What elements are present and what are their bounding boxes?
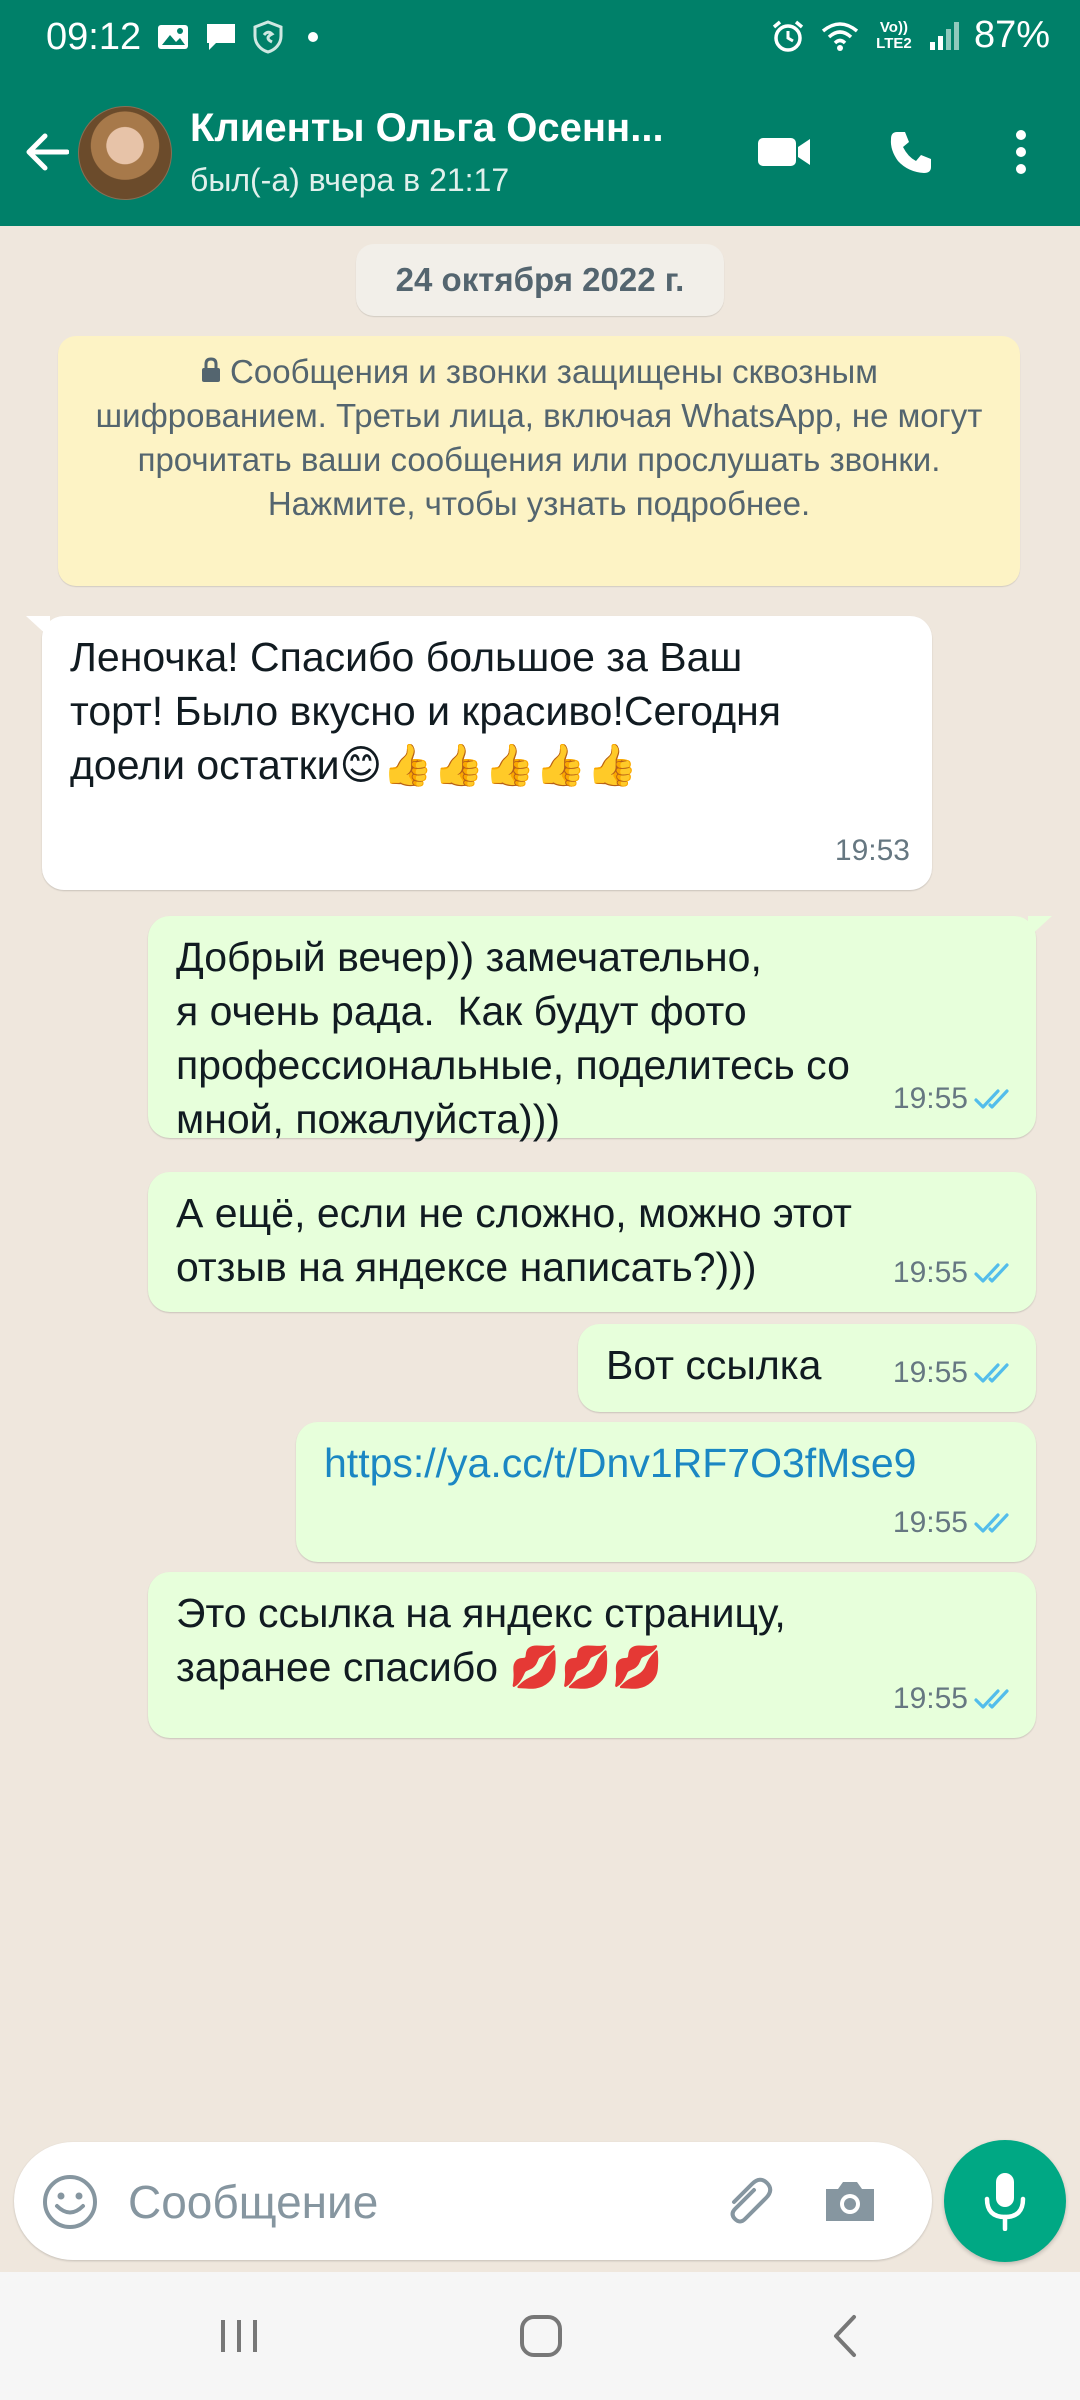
phone-icon [890,132,931,173]
message-meta: 19:55 [893,1072,1014,1126]
message-meta: 19:53 [835,824,910,878]
message-time: 19:55 [892,1256,968,1289]
alarm-icon [772,20,804,52]
message-text: А ещё, если не сложно, можно этот отзыв … [176,1190,852,1290]
contact-avatar[interactable] [78,106,172,200]
emoji-button[interactable] [38,2170,102,2234]
message-time: 19:55 [892,1356,968,1389]
date-chip: 24 октября 2022 г. [356,244,724,316]
outgoing-message[interactable]: Добрый вечер)) замечательно, я очень рад… [148,916,1052,1142]
chat-header: Клиенты Ольга Осенн... был(-а) вчера в 2… [0,78,1080,226]
incoming-message[interactable]: Леночка! Спасибо большое за Ваш торт! Бы… [26,616,932,890]
message-meta: 19:55 [893,1346,1014,1400]
shield-icon [253,20,283,54]
attach-button[interactable] [716,2168,782,2234]
message-meta: 19:55 [893,1496,1014,1550]
video-camera-icon [758,138,810,166]
voice-call-button[interactable] [875,116,947,188]
whatsapp-chat-screen: 09:12 Vo)) LTE2 87% Клиенты Ольга Осенн.… [0,0,1080,2400]
more-vert-icon [1016,130,1026,174]
chevron-left-icon [834,2315,856,2357]
bubble-tail [1028,916,1052,938]
battery-percentage: 87% [973,14,1050,56]
message-time: 19:55 [892,1506,968,1539]
status-time: 09:12 [46,16,142,58]
message-icon [207,24,235,50]
system-status-icons: Vo)) LTE2 87% [770,14,1050,57]
paperclip-icon [730,2177,773,2224]
status-bar: 09:12 Vo)) LTE2 87% [0,0,1080,78]
camera-icon [826,2182,874,2221]
wifi-icon [821,21,859,51]
double-check-icon [974,1089,1009,1109]
microphone-icon [984,2173,1026,2231]
message-time: 19:55 [892,1682,968,1715]
double-check-icon [974,1263,1009,1283]
status-dot [308,32,318,42]
outgoing-message[interactable]: Это ссылка на яндекс страницу, заранее с… [148,1572,1036,1738]
recent-apps-button[interactable] [194,2302,284,2370]
back-button[interactable] [18,120,74,184]
message-text: Леночка! Спасибо большое за Ваш торт! Бы… [70,634,781,788]
encryption-notice[interactable]: Сообщения и звонки защищены сквозным шиф… [58,336,1020,586]
voice-message-button[interactable] [944,2140,1066,2262]
message-composer [14,2142,932,2260]
double-check-icon [974,1363,1009,1383]
message-time: 19:53 [834,834,910,867]
outgoing-message[interactable]: А ещё, если не сложно, можно этот отзыв … [148,1172,1036,1312]
double-check-icon [974,1513,1009,1533]
home-button[interactable] [496,2302,586,2370]
gallery-icon [158,25,188,49]
camera-button[interactable] [816,2168,884,2234]
menu-button[interactable] [985,116,1057,188]
double-check-icon [974,1689,1009,1709]
chat-area[interactable]: 24 октября 2022 г. Сообщения и звонки за… [0,226,1080,2138]
message-text: Это ссылка на яндекс страницу, заранее с… [176,1590,786,1690]
contact-name[interactable]: Клиенты Ольга Осенн... [190,106,664,151]
system-back-button[interactable] [800,2302,890,2370]
outgoing-message[interactable]: Вот ссылка 19:55 [578,1324,1036,1412]
encryption-notice-text: Сообщения и звонки защищены сквозным шиф… [95,353,983,522]
message-text: Вот ссылка [606,1342,822,1388]
system-navigation-bar [0,2272,1080,2400]
home-icon [520,2315,562,2357]
emoji-icon [43,2175,97,2229]
lte-label: Vo)) LTE2 [876,18,912,52]
last-seen-status: был(-а) вчера в 21:17 [190,162,510,198]
signal-icon [929,21,959,50]
message-text: Добрый вечер)) замечательно, я очень рад… [176,934,850,1142]
video-call-button[interactable] [748,116,820,188]
arrow-left-icon [26,133,69,171]
message-input[interactable] [126,2168,710,2236]
message-link[interactable]: https://ya.cc/t/Dnv1RF7O3fMse9 [324,1436,916,1490]
recent-apps-icon [221,2320,257,2352]
notification-icons [156,20,318,54]
message-time: 19:55 [892,1082,968,1115]
message-meta: 19:55 [893,1672,1014,1726]
bubble-tail [26,616,50,638]
message-meta: 19:55 [893,1246,1014,1300]
outgoing-message[interactable]: https://ya.cc/t/Dnv1RF7O3fMse9 19:55 [296,1422,1036,1562]
lock-icon [202,357,221,382]
